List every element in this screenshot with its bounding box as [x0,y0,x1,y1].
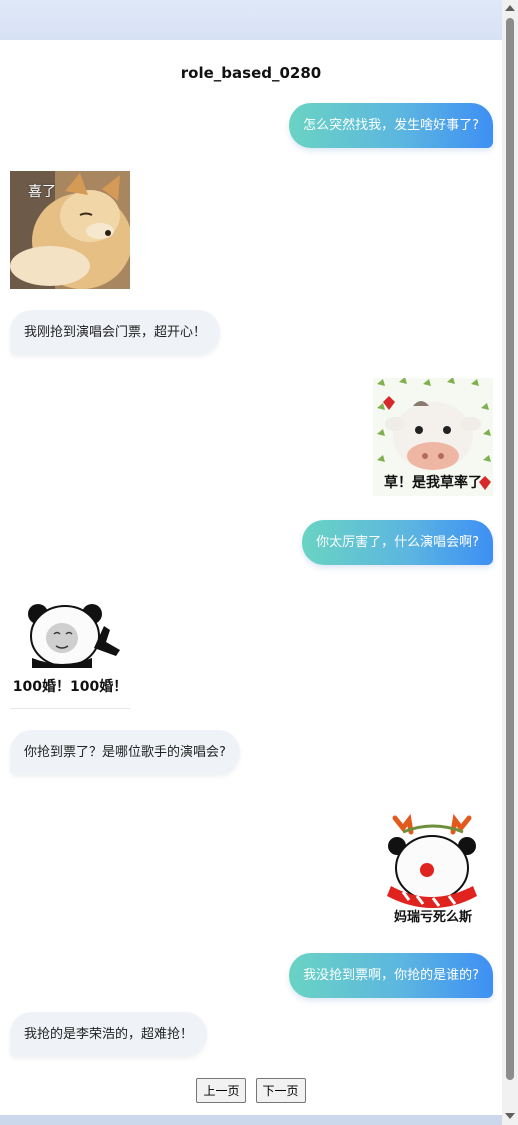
message-bubble-outgoing: 你太厉害了，什么演唱会啊? [302,520,493,565]
pagination: 上一页 下一页 [0,1078,502,1103]
page-title: role_based_0280 [180,64,322,82]
sticker-caption: 妈瑞亏死么斯 [393,910,472,925]
shiba-dog-sticker: 喜了 [10,171,130,289]
message-bubble-outgoing: 怎么突然找我，发生啥好事了? [289,103,493,148]
sticker-caption: 草！是我草率了 [384,475,482,491]
panda-reindeer-sticker: 妈瑞亏死么斯 [373,808,493,926]
prev-page-button[interactable]: 上一页 [196,1078,247,1103]
message-bubble-incoming: 你抢到票了？是哪位歌手的演唱会? [10,730,240,775]
top-band [0,0,502,40]
bottom-band [0,1115,502,1125]
panda-meme-sticker: 100婚！100婚！ [10,590,130,709]
crying-cow-sticker: 草！是我草率了 [373,378,493,496]
sticker-caption: 100婚！100婚！ [12,679,128,695]
message-bubble-outgoing: 我没抢到票啊，你抢的是谁的? [289,953,493,998]
scroll-down-arrow-icon[interactable] [505,1113,515,1119]
message-bubble-incoming: 我刚抢到演唱会门票，超开心！ [10,310,221,355]
message-bubble-incoming: 我抢的是李荣浩的，超难抢！ [10,1012,208,1057]
next-page-button[interactable]: 下一页 [255,1078,306,1103]
scrollbar-thumb[interactable] [506,18,514,1080]
sticker-caption: 喜了 [28,184,56,200]
scroll-up-arrow-icon[interactable] [505,5,515,11]
